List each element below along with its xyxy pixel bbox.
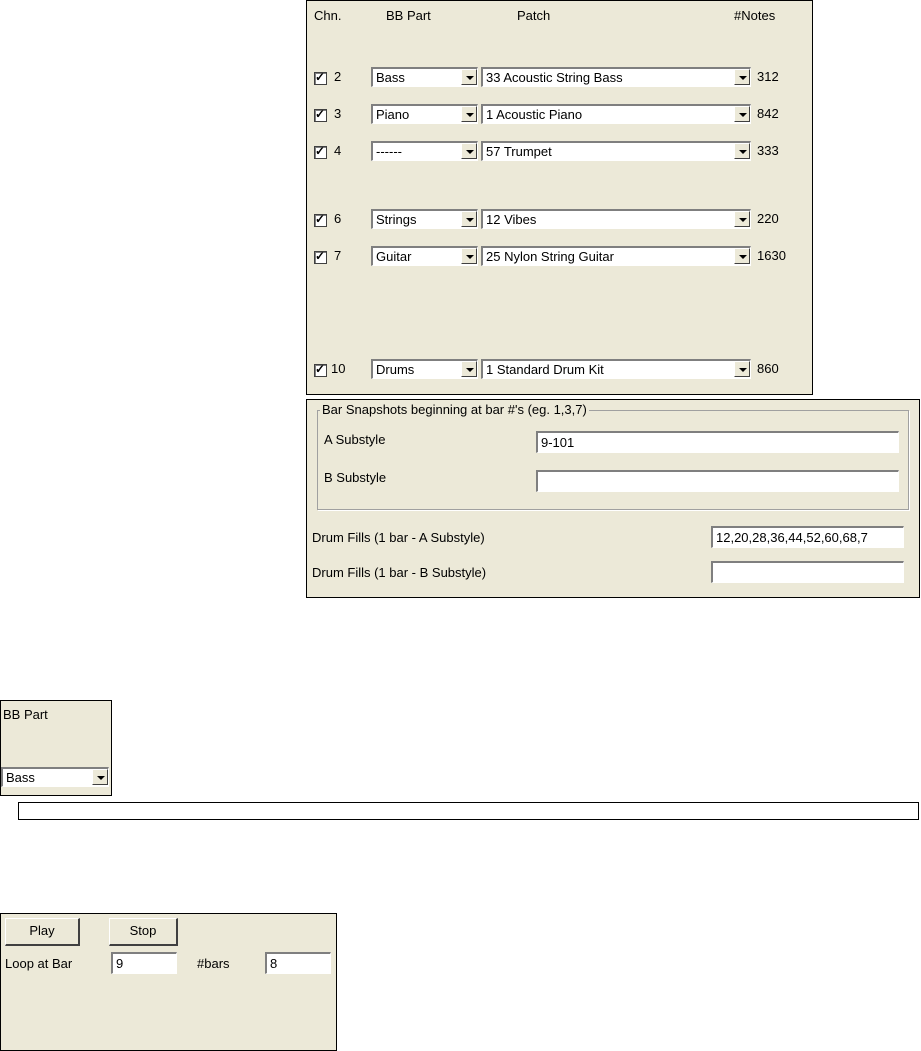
bb-part-label: BB Part: [3, 707, 48, 722]
play-button-label: Play: [29, 923, 55, 938]
bar-snapshots-title: Bar Snapshots beginning at bar #'s (eg. …: [320, 402, 589, 417]
patch-select[interactable]: 25 Nylon String Guitar: [481, 246, 751, 266]
chevron-down-icon[interactable]: [734, 211, 750, 227]
patch-value: 33 Acoustic String Bass: [486, 70, 623, 85]
channel-number: 3: [334, 106, 342, 121]
patch-value: 57 Trumpet: [486, 144, 552, 159]
chevron-down-icon[interactable]: [734, 69, 750, 85]
channel-checkbox[interactable]: ✓: [314, 362, 327, 377]
empty-text-box[interactable]: [18, 802, 919, 820]
channel-number: 6: [334, 211, 342, 226]
bb-part-select[interactable]: Drums: [371, 359, 478, 379]
bb-part-select[interactable]: Guitar: [371, 246, 478, 266]
header-patch: Patch: [517, 8, 551, 23]
channel-checkbox[interactable]: ✓: [314, 249, 327, 264]
playback-panel: Play Stop Loop at Bar 9 #bars 8: [0, 913, 337, 1051]
chevron-down-icon[interactable]: [734, 248, 750, 264]
notes-count: 312: [757, 69, 779, 84]
channel-checkbox[interactable]: ✓: [314, 107, 327, 122]
channel-number: 2: [334, 69, 342, 84]
loop-at-bar-label: Loop at Bar: [5, 956, 73, 971]
bb-part-select[interactable]: ------: [371, 141, 478, 161]
patch-value: 25 Nylon String Guitar: [486, 249, 614, 264]
header-bb-part: BB Part: [386, 8, 431, 23]
chevron-down-icon[interactable]: [461, 106, 477, 122]
a-substyle-input[interactable]: 9-101: [536, 431, 899, 453]
bb-part-value: Drums: [376, 362, 415, 377]
patch-select[interactable]: 57 Trumpet: [481, 141, 751, 161]
channel-checkbox[interactable]: ✓: [314, 70, 327, 85]
notes-count: 220: [757, 211, 779, 226]
patch-value: 1 Standard Drum Kit: [486, 362, 604, 377]
notes-count: 842: [757, 106, 779, 121]
notes-count: 1630: [757, 248, 786, 263]
chevron-down-icon[interactable]: [92, 769, 108, 785]
chevron-down-icon[interactable]: [734, 143, 750, 159]
chevron-down-icon[interactable]: [734, 106, 750, 122]
stop-button-label: Stop: [129, 923, 157, 938]
notes-count: 333: [757, 143, 779, 158]
drum-fills-a-label: Drum Fills (1 bar - A Substyle): [312, 530, 485, 545]
drum-fills-b-input[interactable]: [711, 561, 904, 583]
patch-select[interactable]: 1 Standard Drum Kit: [481, 359, 751, 379]
channel-patch-panel: Chn. BB Part Patch #Notes ✓ 2 Bass 33 Ac…: [306, 0, 813, 395]
chevron-down-icon[interactable]: [461, 143, 477, 159]
bb-part-value: Bass: [6, 770, 35, 785]
channel-number: 4: [334, 143, 342, 158]
patch-select[interactable]: 12 Vibes: [481, 209, 751, 229]
bb-part-value: Piano: [376, 107, 410, 122]
stop-button[interactable]: Stop: [109, 918, 178, 946]
bb-part-select[interactable]: Piano: [371, 104, 478, 124]
channel-checkbox[interactable]: ✓: [314, 212, 327, 227]
channel-checkbox[interactable]: ✓: [314, 144, 327, 159]
channel-number: 10: [331, 361, 346, 376]
bb-part-value: Strings: [376, 212, 417, 227]
patch-select[interactable]: 33 Acoustic String Bass: [481, 67, 751, 87]
loop-at-bar-input[interactable]: 9: [111, 952, 177, 974]
drum-fills-b-label: Drum Fills (1 bar - B Substyle): [312, 565, 487, 580]
chevron-down-icon[interactable]: [461, 361, 477, 377]
patch-value: 1 Acoustic Piano: [486, 107, 583, 122]
bb-part-value: Bass: [376, 70, 405, 85]
b-substyle-input[interactable]: [536, 470, 899, 492]
patch-value: 12 Vibes: [486, 212, 537, 227]
drum-fills-a-input[interactable]: 12,20,28,36,44,52,60,68,7: [711, 526, 904, 548]
bb-part-panel: BB Part Bass: [0, 700, 112, 796]
bar-snapshots-group: [317, 410, 909, 510]
header-chn: Chn.: [314, 8, 342, 23]
notes-count: 860: [757, 361, 779, 376]
header-notes: #Notes: [734, 8, 776, 23]
chevron-down-icon[interactable]: [461, 248, 477, 264]
bb-part-select[interactable]: Bass: [371, 67, 478, 87]
bb-part-select[interactable]: Bass: [1, 767, 109, 787]
bb-part-value: ------: [376, 144, 402, 159]
drum-fills-a-value: 12,20,28,36,44,52,60,68,7: [716, 530, 868, 545]
patch-select[interactable]: 1 Acoustic Piano: [481, 104, 751, 124]
play-button[interactable]: Play: [5, 918, 80, 946]
bb-part-select[interactable]: Strings: [371, 209, 478, 229]
bars-input[interactable]: 8: [265, 952, 331, 974]
a-substyle-label: A Substyle: [324, 432, 386, 447]
bar-snapshots-panel: Bar Snapshots beginning at bar #'s (eg. …: [306, 399, 920, 598]
chevron-down-icon[interactable]: [461, 211, 477, 227]
loop-at-bar-value: 9: [116, 956, 124, 971]
b-substyle-label: B Substyle: [324, 470, 387, 485]
bb-part-value: Guitar: [376, 249, 412, 264]
bars-value: 8: [270, 956, 278, 971]
channel-number: 7: [334, 248, 342, 263]
bars-label: #bars: [197, 956, 230, 971]
chevron-down-icon[interactable]: [461, 69, 477, 85]
a-substyle-value: 9-101: [541, 435, 575, 450]
chevron-down-icon[interactable]: [734, 361, 750, 377]
